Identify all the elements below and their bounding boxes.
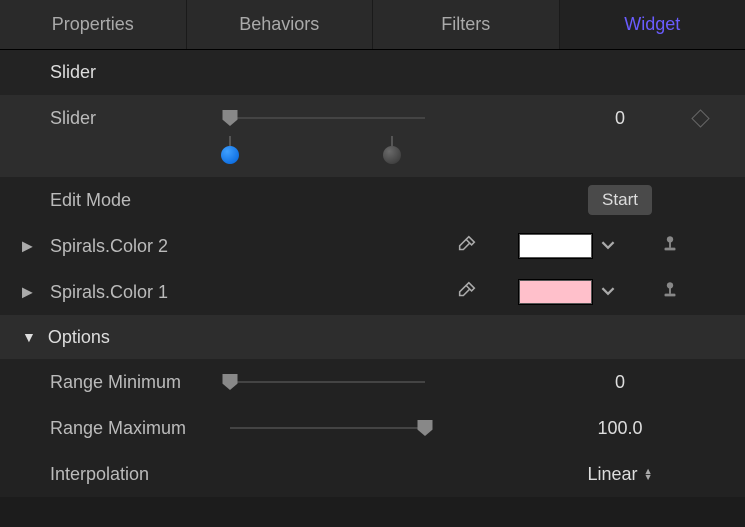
- slider-handle-end[interactable]: [383, 146, 401, 164]
- range-min-value[interactable]: 0: [565, 372, 675, 393]
- range-min-row: Range Minimum 0: [0, 359, 745, 405]
- eyedropper-icon[interactable]: [456, 279, 478, 306]
- slider-track-line: [230, 427, 425, 429]
- color2-label: Spirals.Color 2: [50, 236, 168, 257]
- slider-row: Slider 0: [0, 95, 745, 141]
- slider-track[interactable]: [230, 108, 425, 128]
- tab-bar: Properties Behaviors Filters Widget: [0, 0, 745, 50]
- slider-value[interactable]: 0: [565, 108, 675, 129]
- chevron-down-icon[interactable]: [601, 236, 615, 257]
- slider-handle-start[interactable]: [221, 146, 239, 164]
- disclosure-color2[interactable]: ▶: [22, 238, 33, 255]
- stepper-icon: ▲▼: [644, 468, 653, 480]
- keyframe-icon[interactable]: [691, 109, 709, 127]
- edit-mode-label: Edit Mode: [50, 190, 230, 211]
- tab-behaviors[interactable]: Behaviors: [187, 0, 374, 49]
- range-min-label: Range Minimum: [50, 372, 230, 393]
- interpolation-value: Linear: [588, 464, 638, 485]
- chevron-down-icon[interactable]: [601, 282, 615, 303]
- range-max-thumb[interactable]: [418, 420, 433, 436]
- color1-label: Spirals.Color 1: [50, 282, 168, 303]
- disclosure-options[interactable]: ▼: [22, 329, 36, 345]
- tab-widget[interactable]: Widget: [560, 0, 745, 49]
- tab-properties[interactable]: Properties: [0, 0, 187, 49]
- disclosure-color1[interactable]: ▶: [22, 284, 33, 301]
- tab-filters[interactable]: Filters: [373, 0, 560, 49]
- slider-handles-row: [0, 141, 745, 177]
- edit-mode-row: Edit Mode Start: [0, 177, 745, 223]
- rig-icon[interactable]: [659, 233, 681, 260]
- color1-row: ▶ Spirals.Color 1: [0, 269, 745, 315]
- slider-label: Slider: [50, 108, 230, 129]
- color2-row: ▶ Spirals.Color 2: [0, 223, 745, 269]
- slider-track-line: [230, 117, 425, 119]
- section-title: Slider: [0, 50, 745, 95]
- range-min-track[interactable]: [230, 372, 425, 392]
- inspector-content: Slider Slider 0 Edit Mode Start ▶: [0, 50, 745, 497]
- interpolation-select[interactable]: Linear ▲▼: [565, 464, 675, 485]
- start-button[interactable]: Start: [587, 184, 653, 216]
- range-max-track[interactable]: [230, 418, 425, 438]
- range-max-label: Range Maximum: [50, 418, 230, 439]
- color1-swatch[interactable]: [518, 279, 593, 305]
- rig-icon[interactable]: [659, 279, 681, 306]
- interpolation-label: Interpolation: [50, 464, 230, 485]
- options-label: Options: [48, 327, 110, 348]
- range-max-value[interactable]: 100.0: [565, 418, 675, 439]
- range-max-row: Range Maximum 100.0: [0, 405, 745, 451]
- eyedropper-icon[interactable]: [456, 233, 478, 260]
- color2-swatch[interactable]: [518, 233, 593, 259]
- interpolation-row: Interpolation Linear ▲▼: [0, 451, 745, 497]
- options-header[interactable]: ▼ Options: [0, 315, 745, 359]
- slider-track-line: [230, 381, 425, 383]
- handle-track[interactable]: [230, 141, 425, 177]
